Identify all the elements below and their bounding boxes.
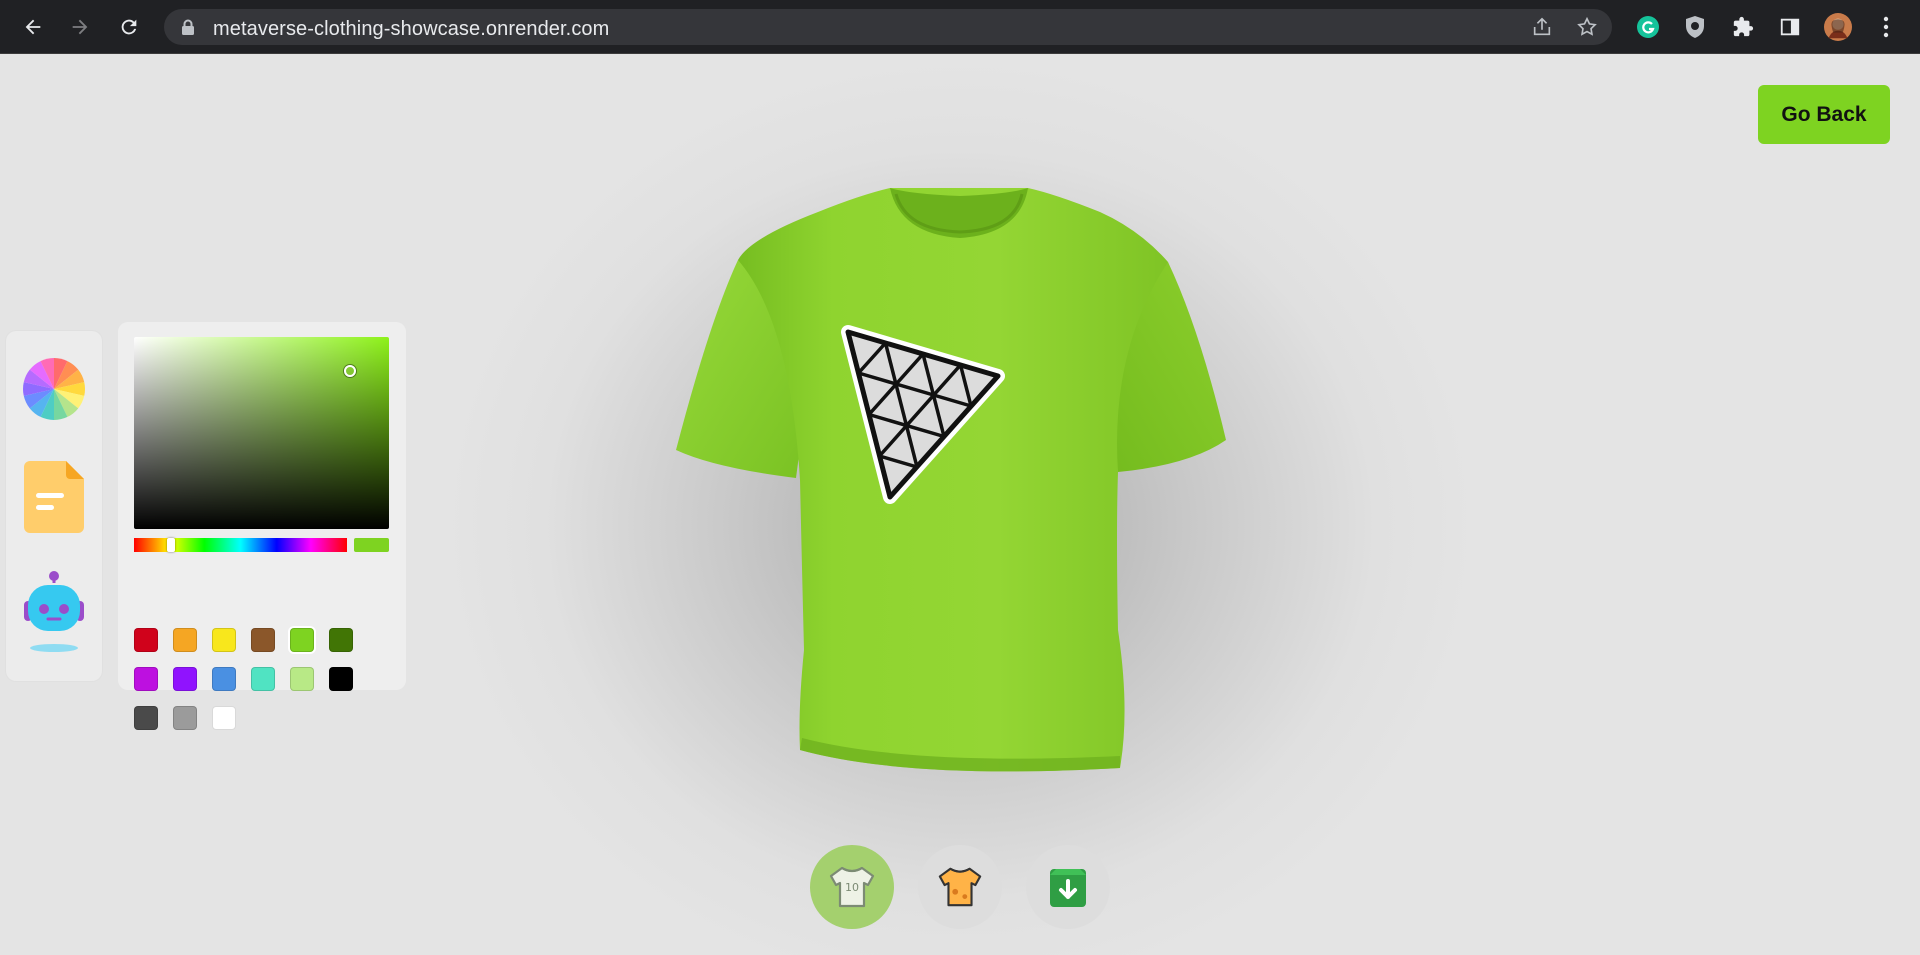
robot-icon[interactable] — [20, 571, 88, 655]
color-swatch[interactable] — [212, 706, 236, 730]
avatar[interactable] — [1824, 13, 1852, 41]
color-preview — [354, 538, 389, 552]
more-vert-icon[interactable] — [1872, 13, 1900, 41]
color-swatch[interactable] — [251, 667, 275, 691]
go-back-button[interactable]: Go Back — [1758, 85, 1890, 144]
svg-text:10: 10 — [845, 881, 859, 894]
color-swatch[interactable] — [134, 628, 158, 652]
color-picker-panel — [118, 322, 406, 730]
saturation-handle[interactable] — [344, 365, 356, 377]
document-icon[interactable] — [20, 461, 88, 533]
reload-icon[interactable] — [113, 11, 145, 43]
hue-slider[interactable] — [134, 538, 347, 552]
color-swatch[interactable] — [290, 667, 314, 691]
color-swatch[interactable] — [290, 628, 314, 652]
color-swatch[interactable] — [173, 667, 197, 691]
tshirt-model[interactable] — [670, 150, 1240, 800]
back-arrow-icon[interactable] — [17, 11, 49, 43]
color-swatch[interactable] — [173, 706, 197, 730]
customizer-canvas[interactable]: Go Back 10 — [0, 55, 1920, 955]
color-swatch[interactable] — [173, 628, 197, 652]
download-button[interactable] — [1026, 845, 1110, 929]
side-panel-icon[interactable] — [1776, 13, 1804, 41]
address-bar[interactable]: metaverse-clothing-showcase.onrender.com — [164, 9, 1612, 45]
forward-arrow-icon[interactable] — [64, 11, 96, 43]
color-swatch[interactable] — [212, 667, 236, 691]
color-swatch[interactable] — [251, 628, 275, 652]
color-swatch[interactable] — [134, 706, 158, 730]
color-swatch[interactable] — [134, 667, 158, 691]
star-icon[interactable] — [1575, 15, 1599, 39]
shield-icon[interactable] — [1681, 13, 1709, 41]
hue-handle[interactable] — [167, 538, 175, 552]
editor-tabs — [6, 331, 102, 681]
logo-shirt-button[interactable]: 10 — [810, 845, 894, 929]
stylish-shirt-button[interactable] — [918, 845, 1002, 929]
stylish-shirt-icon — [938, 867, 982, 907]
logo-shirt-icon: 10 — [829, 866, 875, 908]
download-icon — [1050, 869, 1086, 907]
color-swatch[interactable] — [212, 628, 236, 652]
shirt-body — [738, 188, 1168, 772]
color-swatch[interactable] — [329, 667, 353, 691]
url-text: metaverse-clothing-showcase.onrender.com — [213, 18, 610, 40]
color-wheel-icon[interactable] — [20, 353, 88, 425]
puzzle-icon[interactable] — [1729, 13, 1757, 41]
share-icon[interactable] — [1530, 15, 1554, 39]
color-swatch[interactable] — [329, 628, 353, 652]
browser-toolbar: metaverse-clothing-showcase.onrender.com — [0, 0, 1920, 54]
grammarly-icon[interactable] — [1634, 13, 1662, 41]
lock-icon — [176, 15, 200, 39]
saturation-area[interactable] — [134, 337, 389, 529]
